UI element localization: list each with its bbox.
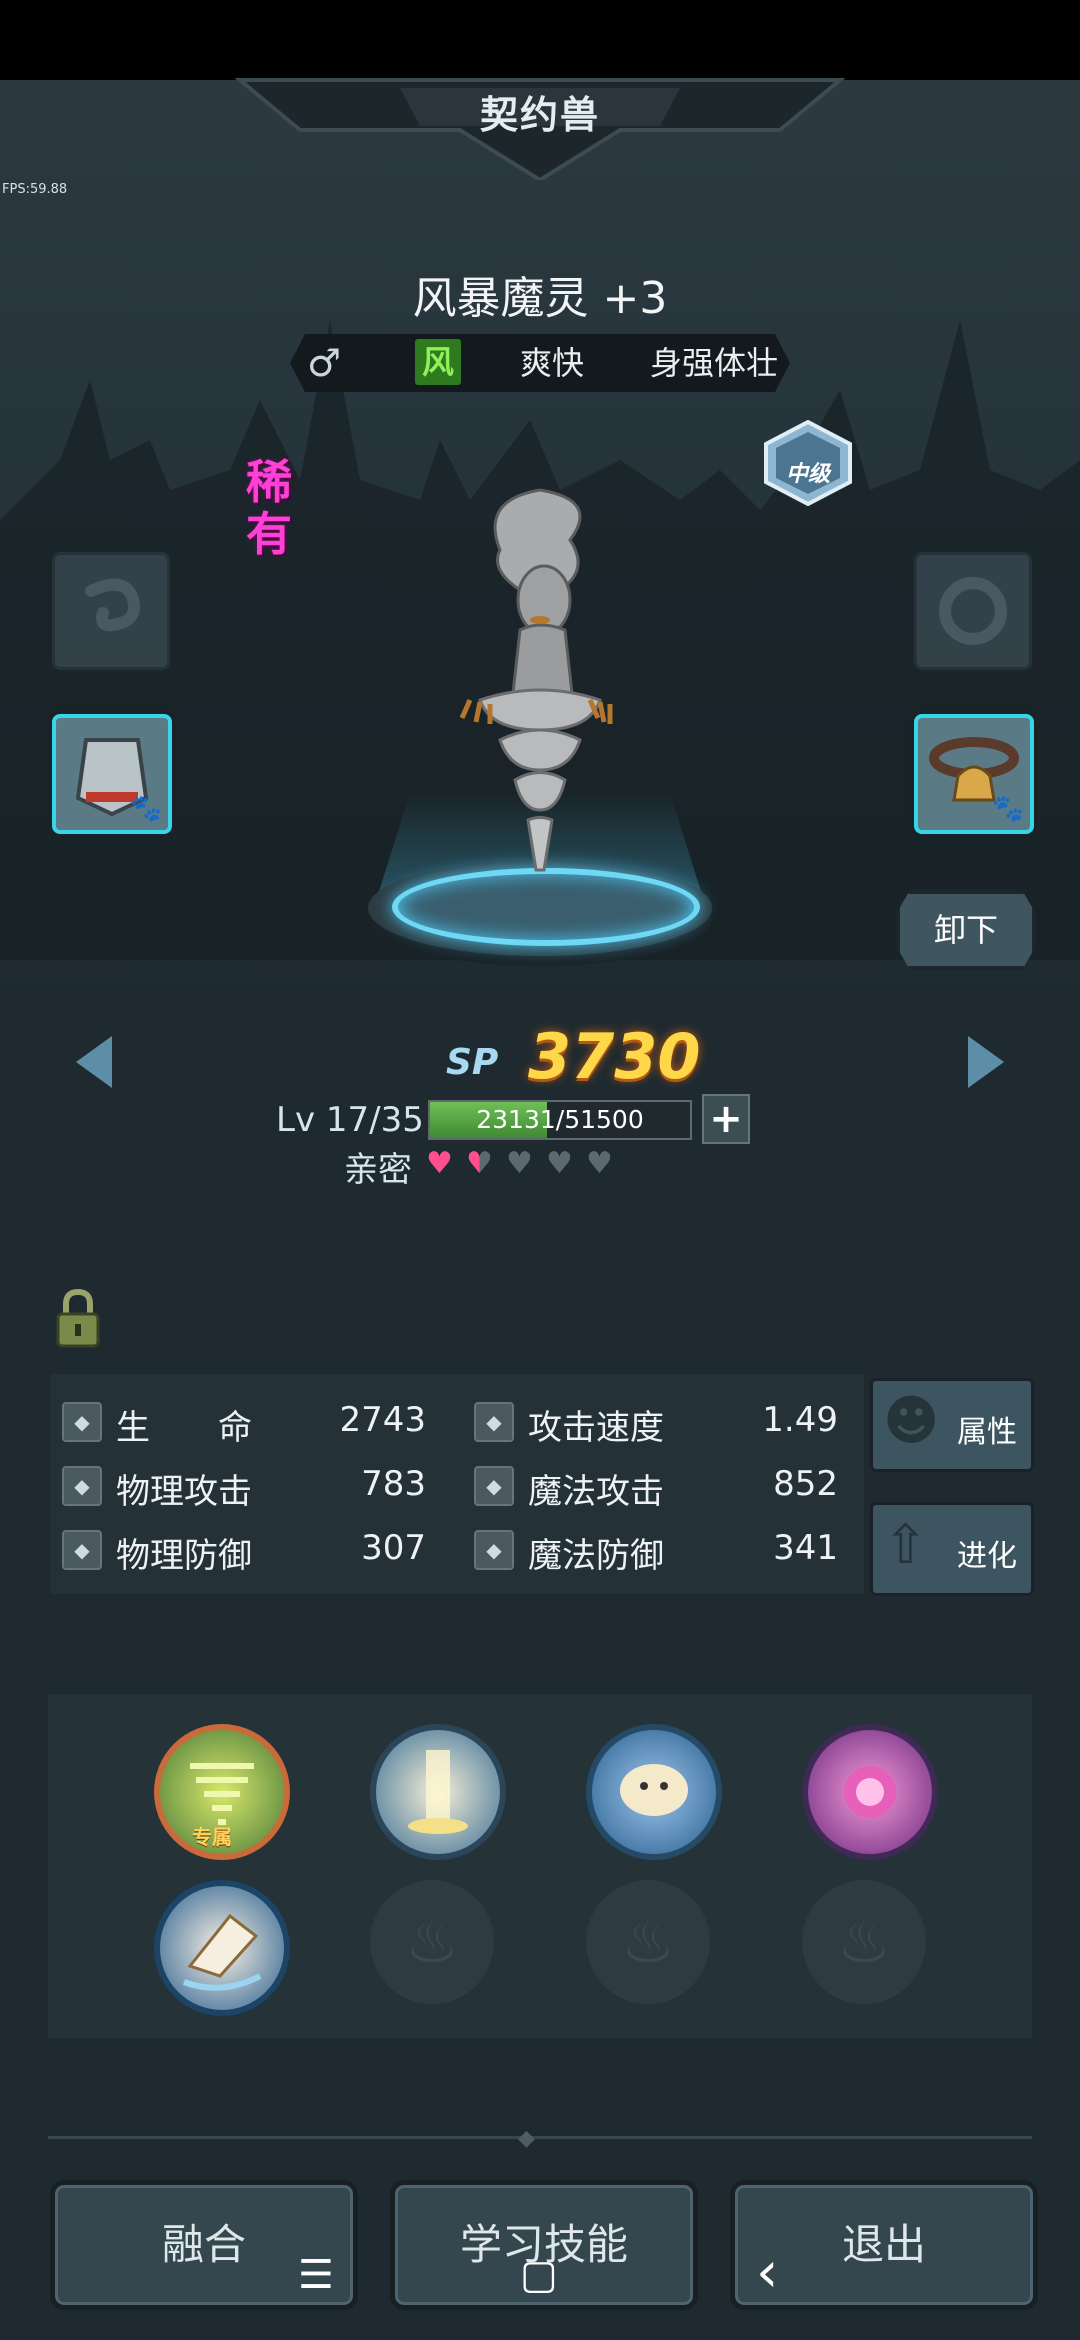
sp-label: SP <box>446 1042 499 1083</box>
element-badge: 风 <box>415 339 461 385</box>
next-pet-arrow[interactable] <box>968 1036 1004 1088</box>
physical-defense-icon: ◆ <box>62 1530 102 1570</box>
sp-value: 3730 <box>528 1020 701 1093</box>
physical-attack-icon: ◆ <box>62 1466 102 1506</box>
stat-label: 攻击速度 <box>528 1408 664 1448</box>
exclusive-tag: 专属 <box>192 1825 232 1849</box>
menu-nav-icon[interactable]: ☰ <box>298 2252 334 2298</box>
heart-stat-icon: ◆ <box>62 1402 102 1442</box>
light-pillar-skill-icon[interactable] <box>370 1724 506 1860</box>
exp-bar: 23131/51500 <box>428 1100 692 1140</box>
equip-slot-empty-left[interactable] <box>52 552 170 670</box>
personality-trait: 爽快 <box>520 344 585 382</box>
stat-value: 307 <box>361 1528 426 1568</box>
lock-icon[interactable] <box>54 1288 102 1348</box>
equip-slot-collar[interactable]: 🐾 <box>914 714 1034 834</box>
wind-blade-skill-icon[interactable] <box>154 1880 290 2016</box>
attribute-trait: 身强体壮 <box>650 344 779 382</box>
status-strip <box>0 0 1080 80</box>
gender-icon: ♂ <box>306 341 342 385</box>
heart-icon: ♥ <box>466 1146 493 1181</box>
evolve-silhouette-icon: ⇧ <box>883 1513 929 1576</box>
magic-attack-icon: ◆ <box>474 1466 514 1506</box>
flame-silhouette-icon: ♨ <box>621 1907 675 1977</box>
magic-defense-icon: ◆ <box>474 1530 514 1570</box>
attributes-button-label: 属性 <box>957 1415 1017 1450</box>
stat-label: 生 命 <box>116 1408 252 1448</box>
stat-value: 1.49 <box>762 1400 838 1440</box>
locked-skill-slot[interactable]: ♨ <box>586 1880 710 2004</box>
tornado-skill-icon[interactable]: 专属 <box>154 1724 290 1860</box>
flame-silhouette-icon: ♨ <box>837 1907 891 1977</box>
locked-skill-slot[interactable]: ♨ <box>370 1880 494 2004</box>
attributes-button[interactable]: ☻ 属性 <box>870 1378 1034 1472</box>
cloud-spirit-icon <box>620 1764 688 1816</box>
stat-label: 物理攻击 <box>116 1472 252 1512</box>
wind-blade-icon <box>182 1913 262 1991</box>
head-silhouette-icon: ☻ <box>883 1389 940 1452</box>
rarity-label: 稀有 <box>246 455 292 561</box>
heart-icon: ♥ <box>426 1146 453 1181</box>
purple-burst-skill-icon[interactable] <box>802 1724 938 1860</box>
stat-label: 魔法攻击 <box>528 1472 664 1512</box>
ring-icon <box>939 577 1007 645</box>
page-title: 契约兽 <box>479 93 600 137</box>
light-pillar-icon <box>408 1750 468 1834</box>
level-label: Lv 17/35 <box>276 1100 424 1140</box>
paw-icon: 🐾 <box>991 794 1024 824</box>
heart-icon: ♥ <box>546 1146 573 1181</box>
divider-ornament-icon: ◆ <box>518 2126 535 2151</box>
paw-icon: 🐾 <box>129 794 162 824</box>
stat-value: 341 <box>773 1528 838 1568</box>
purple-burst-icon <box>844 1766 896 1818</box>
divider <box>48 2136 1032 2139</box>
attack-speed-icon: ◆ <box>474 1402 514 1442</box>
stat-value: 783 <box>361 1464 426 1504</box>
heart-icon: ♥ <box>586 1146 613 1181</box>
evolve-button-label: 进化 <box>957 1539 1017 1574</box>
stat-label: 物理防御 <box>116 1536 252 1576</box>
heart-icon: ♥ <box>506 1146 533 1181</box>
unequip-button[interactable]: 卸下 <box>896 890 1036 970</box>
storm-spirit-pet-icon[interactable] <box>440 480 640 900</box>
stat-value: 852 <box>773 1464 838 1504</box>
pet-name: 风暴魔灵 +3 <box>412 273 668 324</box>
evolve-button[interactable]: ⇧ 进化 <box>870 1502 1034 1596</box>
fps-counter: FPS:59.88 <box>2 182 68 197</box>
stat-label: 魔法防御 <box>528 1536 664 1576</box>
cloud-spirit-skill-icon[interactable] <box>586 1724 722 1860</box>
exp-text: 23131/51500 <box>476 1105 644 1134</box>
tier-label: 中级 <box>785 462 830 487</box>
add-exp-button[interactable]: + <box>702 1094 750 1144</box>
locked-skill-slot[interactable]: ♨ <box>802 1880 926 2004</box>
home-nav-icon[interactable]: ▢ <box>520 2252 558 2298</box>
stat-value: 2743 <box>339 1400 426 1440</box>
equip-slot-empty-right[interactable] <box>914 552 1032 670</box>
equip-slot-armor[interactable]: 🐾 <box>52 714 172 834</box>
flame-silhouette-icon: ♨ <box>405 1907 459 1977</box>
back-nav-icon[interactable]: ‹ <box>756 2240 778 2305</box>
wind-swirl-icon <box>85 578 140 632</box>
intimacy-label: 亲密 <box>344 1150 412 1190</box>
prev-pet-arrow[interactable] <box>76 1036 112 1088</box>
